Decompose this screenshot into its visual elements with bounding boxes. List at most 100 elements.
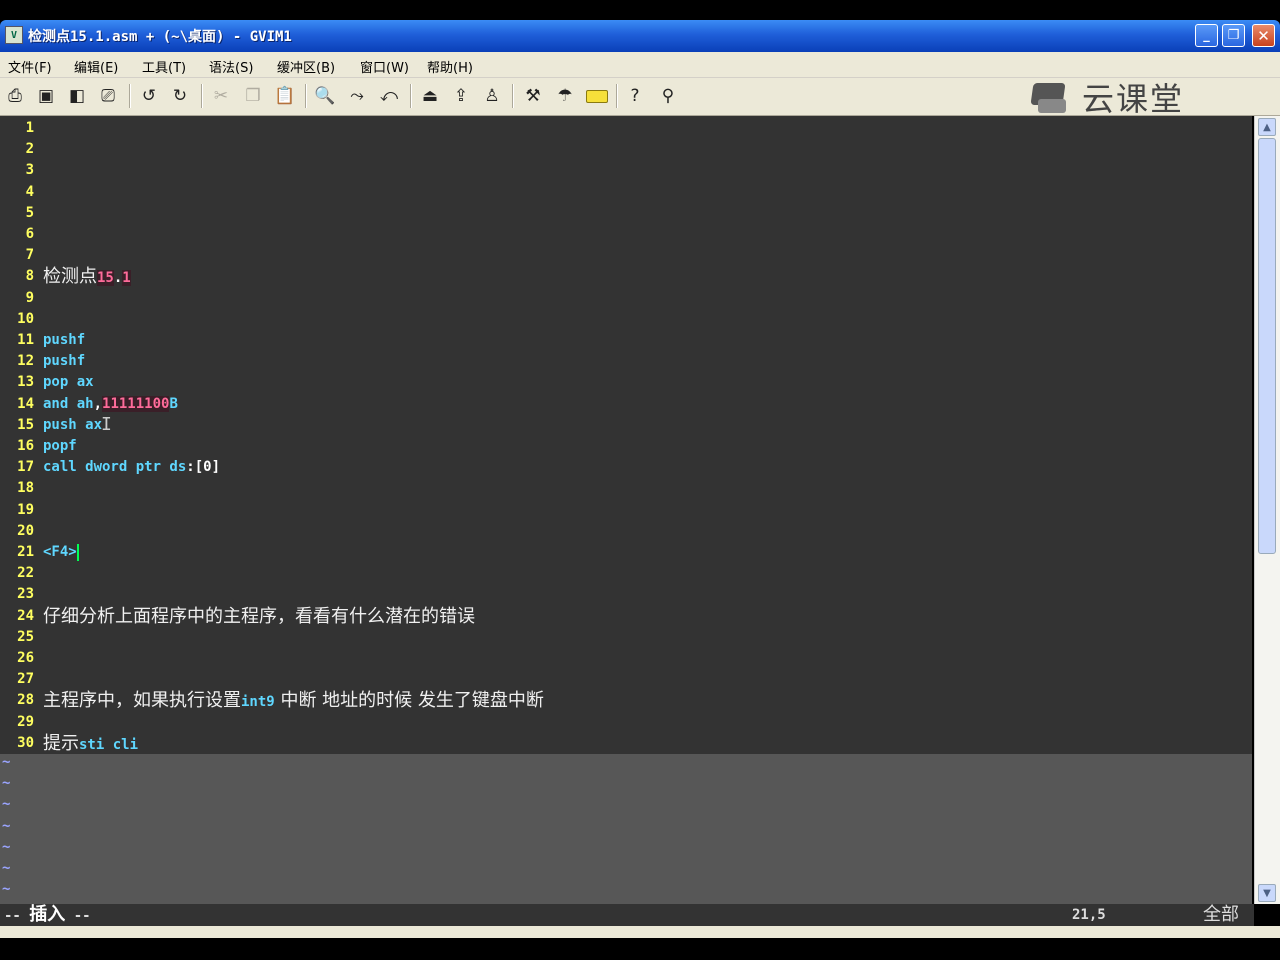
editor-line[interactable]: 23 <box>0 584 1252 605</box>
vim-icon[interactable]: V <box>5 26 23 44</box>
editor-line[interactable]: 21 <F4> <box>0 542 1252 563</box>
line-number: 6 <box>25 226 34 242</box>
code-token: :[0] <box>186 459 221 476</box>
editor-line[interactable]: 19 <box>0 500 1252 521</box>
editor-line[interactable]: 25 <box>0 627 1252 648</box>
editor-line[interactable]: 4 <box>0 182 1252 203</box>
line-number: 22 <box>17 565 34 582</box>
scroll-percent: 全部 <box>1203 904 1239 925</box>
editor-line[interactable]: 18 <box>0 478 1252 499</box>
line-number: 30 <box>17 734 34 751</box>
mode-suffix: -- <box>65 908 91 924</box>
text-cursor <box>76 543 79 561</box>
window-bottom-border <box>0 926 1280 938</box>
menu-file[interactable]: 文件(F) <box>8 57 52 76</box>
line-number: 14 <box>17 395 34 412</box>
scroll-up-icon[interactable]: ▲ <box>1258 118 1276 136</box>
mode-prefix: -- <box>4 908 30 924</box>
editor-line[interactable]: 22 <box>0 563 1252 584</box>
editor-line[interactable]: 3 <box>0 160 1252 181</box>
editor-line[interactable]: 10 <box>0 309 1252 330</box>
find-help-icon[interactable]: ⚲ <box>655 84 681 108</box>
editor-line[interactable]: 8 检测点15.1 <box>0 266 1252 287</box>
undo-icon[interactable]: ↺ <box>136 84 162 108</box>
scroll-down-icon[interactable]: ▼ <box>1258 884 1276 902</box>
editor-line[interactable]: 7 <box>0 245 1252 266</box>
editor-line[interactable]: 15 push ax <box>0 415 1252 436</box>
line-number: 17 <box>17 459 34 476</box>
redo-icon[interactable]: ↻ <box>167 84 193 108</box>
menu-edit[interactable]: 编辑(E) <box>74 57 118 76</box>
code-token: int9 <box>241 694 275 711</box>
run-ctags-icon[interactable]: ☂ <box>552 84 578 108</box>
jump-tag-icon[interactable] <box>584 84 610 108</box>
load-session-icon[interactable]: ⏏ <box>417 84 443 108</box>
line-number: 18 <box>17 480 34 497</box>
editor-line[interactable]: 29 <box>0 712 1252 733</box>
paste-icon[interactable]: 📋 <box>272 84 298 108</box>
status-line: -- 插入 -- 21,5 全部 <box>0 904 1254 926</box>
text-editor[interactable]: 1 2 3 4 5 6 7 8 检测点15.1 9 10 11 pushf 12 pushf 13 pop ax… <box>0 116 1252 754</box>
editor-line[interactable]: 28 主程序中，如果执行设置int9 中断 地址的时候 发生了键盘中断 <box>0 690 1252 711</box>
brand-text: 云课堂 <box>1082 80 1185 118</box>
editor-line[interactable]: 30 提示sti cli <box>0 733 1252 754</box>
tilde-marker: ~ <box>2 754 11 770</box>
run-script-icon[interactable]: ♙ <box>479 84 505 108</box>
editor-line[interactable]: 12 pushf <box>0 351 1252 372</box>
title-bar[interactable]: V 检测点15.1.asm + (~\桌面) - GVIM1 _ ❐ ✕ <box>0 20 1280 52</box>
save-icon[interactable]: ▣ <box>33 84 59 108</box>
find-icon[interactable]: 🔍 <box>312 84 338 108</box>
find-prev-icon[interactable]: ⤺ <box>376 84 402 108</box>
minimize-button[interactable]: _ <box>1195 24 1218 47</box>
editor-line[interactable]: 20 <box>0 521 1252 542</box>
tilde-marker: ~ <box>2 881 11 898</box>
editor-line[interactable]: 5 <box>0 203 1252 224</box>
editor-line[interactable]: 1 <box>0 118 1252 139</box>
make-icon[interactable]: ⚒ <box>520 84 546 108</box>
editor-line[interactable]: 13 pop ax <box>0 372 1252 393</box>
editor-line[interactable]: 6 <box>0 224 1252 245</box>
copy-icon[interactable]: ❐ <box>240 84 266 108</box>
line-text: 仔细分析上面程序中的主程序，看看有什么潜在的错误 <box>43 606 475 629</box>
cut-icon[interactable]: ✂ <box>208 84 234 108</box>
editor-line[interactable]: 16 popf <box>0 436 1252 457</box>
code-token: 检测点 <box>43 266 97 288</box>
editor-line[interactable]: 11 pushf <box>0 330 1252 351</box>
save-all-icon[interactable]: ◧ <box>64 84 90 108</box>
line-text: 检测点15.1 <box>43 266 131 289</box>
menu-tools[interactable]: 工具(T) <box>142 57 186 76</box>
vertical-scrollbar[interactable]: ▲ ▼ <box>1254 116 1280 904</box>
close-button[interactable]: ✕ <box>1252 24 1275 47</box>
line-number: 29 <box>17 713 34 730</box>
empty-buffer-area[interactable]: ~ ~ ~ ~ ~ ~ ~ <box>0 754 1252 904</box>
editor-line[interactable]: 2 <box>0 139 1252 160</box>
editor-line[interactable]: 24 仔细分析上面程序中的主程序，看看有什么潜在的错误 <box>0 606 1252 627</box>
help-icon[interactable]: ? <box>622 84 648 108</box>
find-next-icon[interactable]: ⤳ <box>344 84 370 108</box>
line-text: <F4> <box>43 542 79 563</box>
menu-window[interactable]: 窗口(W) <box>360 57 409 76</box>
editor-line[interactable]: 17 call dword ptr ds:[0] <box>0 457 1252 478</box>
editor-line[interactable]: 14 and ah,11111100B <box>0 394 1252 415</box>
code-token: sti cli <box>79 736 139 753</box>
tilde-marker: ~ <box>2 838 11 855</box>
line-text: 提示sti cli <box>43 733 138 756</box>
print-icon[interactable]: ⎚ <box>95 84 121 108</box>
open-icon[interactable]: ⎙ <box>2 84 28 108</box>
menu-help[interactable]: 帮助(H) <box>427 57 473 76</box>
line-number: 3 <box>25 162 34 179</box>
code-token: pushf <box>43 332 86 348</box>
line-text: 主程序中，如果执行设置int9 中断 地址的时候 发生了键盘中断 <box>43 690 544 713</box>
line-number: 11 <box>17 332 34 348</box>
editor-line[interactable]: 26 <box>0 648 1252 669</box>
editor-line[interactable]: 27 <box>0 669 1252 690</box>
editor-line[interactable]: 9 <box>0 288 1252 309</box>
code-token: pushf <box>43 353 86 370</box>
maximize-button[interactable]: ❐ <box>1222 24 1245 47</box>
scroll-thumb[interactable] <box>1258 138 1276 554</box>
menu-buffers[interactable]: 缓冲区(B) <box>277 57 335 76</box>
line-number: 21 <box>17 544 34 560</box>
save-session-icon[interactable]: ⇪ <box>448 84 474 108</box>
line-number: 4 <box>25 183 34 200</box>
menu-syntax[interactable]: 语法(S) <box>209 57 253 76</box>
